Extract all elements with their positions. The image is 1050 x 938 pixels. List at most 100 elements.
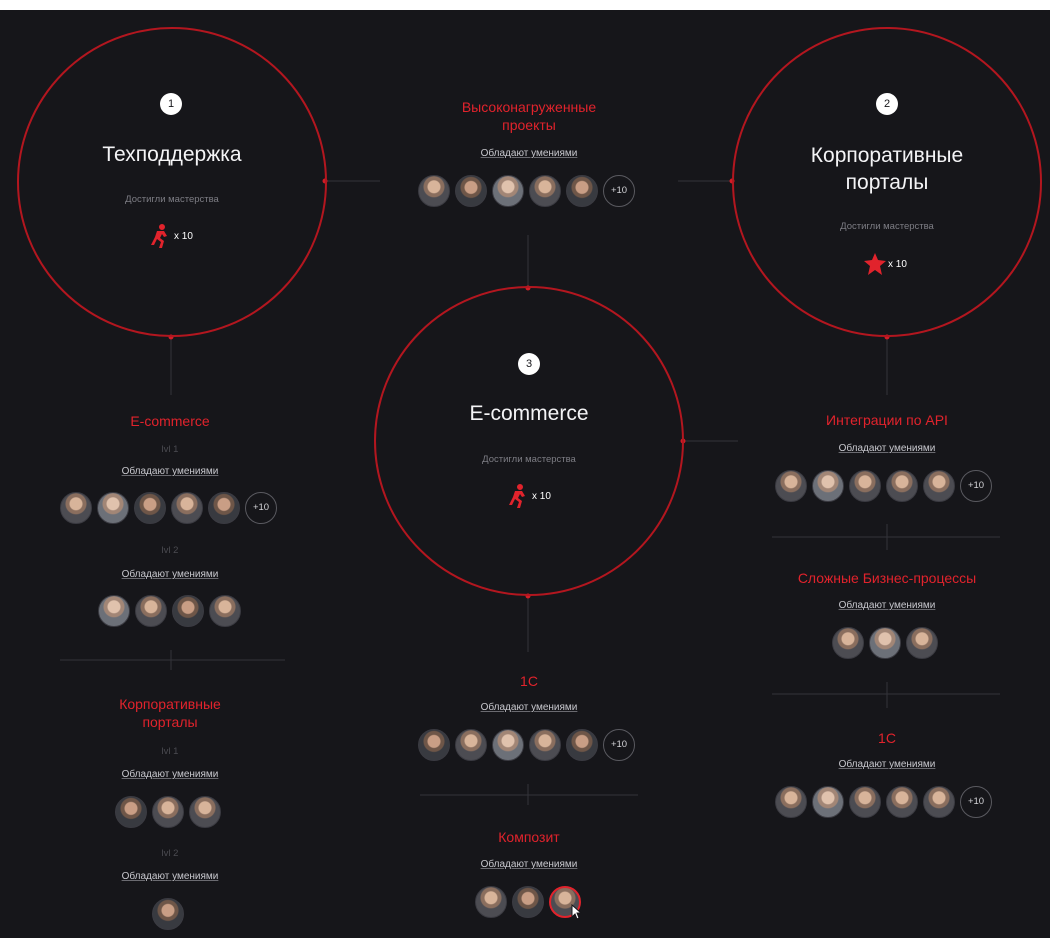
avatar[interactable] <box>152 796 184 828</box>
skill-title-corp-portals[interactable]: Корпоративные порталы <box>40 695 300 731</box>
more-users-button[interactable]: +10 <box>960 786 992 818</box>
avatar[interactable] <box>475 886 507 918</box>
skill-title-1c-right[interactable]: 1С <box>757 729 1017 747</box>
mastery-label: Достигли мастерства <box>125 194 219 205</box>
avatar[interactable] <box>566 729 598 761</box>
avatar[interactable] <box>869 627 901 659</box>
avatar[interactable] <box>923 786 955 818</box>
circle-number-2: 2 <box>876 93 898 115</box>
skills-link[interactable]: Обладают умениями <box>400 148 658 159</box>
avatar[interactable] <box>98 595 130 627</box>
avatar[interactable] <box>97 492 129 524</box>
level-label: lvl 1 <box>161 444 179 455</box>
skill-title-highload[interactable]: Высоконагруженные проекты <box>400 98 658 134</box>
skill-title-1c[interactable]: 1С <box>400 672 658 690</box>
skills-link[interactable]: Обладают умениями <box>400 702 658 713</box>
avatar[interactable] <box>152 898 184 930</box>
avatar-row-ecommerce-lvl2 <box>98 595 241 627</box>
avatar-row-ecommerce-lvl1: +10 <box>60 492 277 524</box>
avatar[interactable] <box>209 595 241 627</box>
skill-title-line: Высоконагруженные <box>461 99 597 115</box>
avatar[interactable] <box>455 175 487 207</box>
avatar-row-api: +10 <box>775 470 992 502</box>
skill-title-ecommerce[interactable]: E-commerce <box>40 412 300 430</box>
avatar[interactable] <box>60 492 92 524</box>
skills-link[interactable]: Обладают умениями <box>40 769 300 780</box>
avatar[interactable] <box>886 470 918 502</box>
avatar[interactable] <box>134 492 166 524</box>
skills-link[interactable]: Обладают умениями <box>40 569 300 580</box>
circle-techsupport[interactable] <box>17 27 327 337</box>
mastery-badge: x 10 <box>862 250 932 278</box>
avatar[interactable] <box>832 627 864 659</box>
star-figure-icon <box>864 253 886 275</box>
skills-link[interactable]: Обладают умениями <box>757 759 1017 770</box>
skills-link[interactable]: Обладают умениями <box>40 466 300 477</box>
avatar[interactable] <box>418 729 450 761</box>
more-users-button[interactable]: +10 <box>603 175 635 207</box>
level-label: lvl 1 <box>161 746 179 757</box>
avatar[interactable] <box>135 595 167 627</box>
mastery-count: x 10 <box>532 491 551 502</box>
skills-link[interactable]: Обладают умениями <box>400 859 658 870</box>
avatar[interactable] <box>529 729 561 761</box>
more-users-button[interactable]: +10 <box>603 729 635 761</box>
avatar[interactable] <box>512 886 544 918</box>
mastery-badge: x 10 <box>506 482 576 510</box>
circle-title-corp-portals: Корпоративные порталы <box>737 142 1037 196</box>
avatar[interactable] <box>455 729 487 761</box>
avatar-row-business <box>832 627 938 659</box>
avatar-row-kompozit <box>475 886 581 918</box>
circle-title-line: Корпоративные <box>810 144 964 167</box>
avatar[interactable] <box>775 470 807 502</box>
circle-number-3: 3 <box>518 353 540 375</box>
mastery-count: x 10 <box>888 259 907 270</box>
avatar[interactable] <box>115 796 147 828</box>
skill-title-line: проекты <box>502 117 556 133</box>
avatar-row-highload: +10 <box>418 175 635 207</box>
circle-ecommerce[interactable] <box>374 286 684 596</box>
avatar[interactable] <box>171 492 203 524</box>
level-label: lvl 2 <box>161 848 179 859</box>
skill-title-line: Корпоративные <box>119 696 221 712</box>
avatar[interactable] <box>906 627 938 659</box>
mastery-label: Достигли мастерства <box>482 454 576 465</box>
avatar[interactable] <box>172 595 204 627</box>
avatar[interactable] <box>566 175 598 207</box>
circle-title-ecommerce: E-commerce <box>469 402 589 425</box>
skills-link[interactable]: Обладают умениями <box>757 443 1017 454</box>
avatar-row-portals-lvl2 <box>152 898 184 930</box>
avatar[interactable] <box>812 470 844 502</box>
avatar[interactable] <box>208 492 240 524</box>
skill-title-kompozit[interactable]: Композит <box>400 828 658 846</box>
circle-title-line: порталы <box>845 171 929 194</box>
avatar[interactable] <box>189 796 221 828</box>
avatar[interactable] <box>492 175 524 207</box>
circle-number-1: 1 <box>160 93 182 115</box>
runner-icon <box>151 224 167 248</box>
level-label: lvl 2 <box>161 545 179 556</box>
avatar[interactable] <box>492 729 524 761</box>
skill-title-line: порталы <box>142 714 198 730</box>
avatar-row-portals-lvl1 <box>115 796 221 828</box>
avatar[interactable] <box>775 786 807 818</box>
avatar-row-1c-right: +10 <box>775 786 992 818</box>
avatar[interactable] <box>849 786 881 818</box>
avatar[interactable] <box>812 786 844 818</box>
skill-title-api[interactable]: Интеграции по API <box>757 411 1017 429</box>
circle-title-techsupport: Техподдержка <box>102 143 242 166</box>
avatar[interactable] <box>923 470 955 502</box>
skills-link[interactable]: Обладают умениями <box>40 871 300 882</box>
more-users-button[interactable]: +10 <box>245 492 277 524</box>
mastery-badge: x 10 <box>148 222 218 250</box>
mastery-count: x 10 <box>174 231 193 242</box>
skill-title-business[interactable]: Сложные Бизнес-процессы <box>757 569 1017 587</box>
more-users-button[interactable]: +10 <box>960 470 992 502</box>
avatar[interactable] <box>849 470 881 502</box>
runner-icon <box>509 484 525 508</box>
skills-link[interactable]: Обладают умениями <box>757 600 1017 611</box>
avatar[interactable] <box>418 175 450 207</box>
avatar[interactable] <box>886 786 918 818</box>
avatar[interactable] <box>529 175 561 207</box>
avatar-row-1c: +10 <box>418 729 635 761</box>
